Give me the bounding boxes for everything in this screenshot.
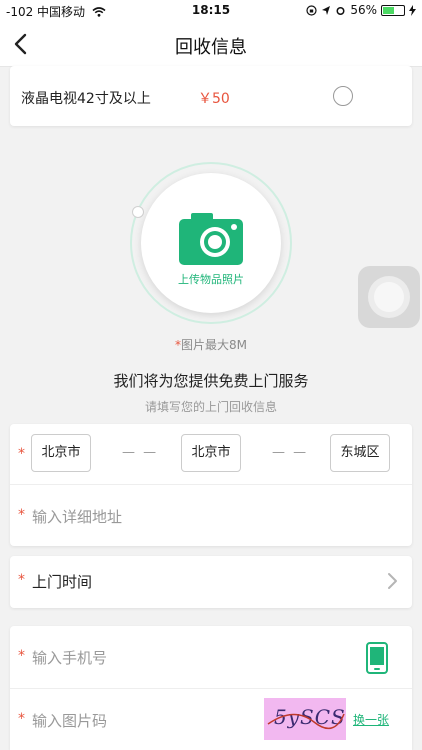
refresh-captcha-link[interactable]: 换一张 [353, 711, 389, 728]
phone-placeholder: 输入手机号 [32, 649, 108, 667]
location-icon [322, 5, 331, 15]
image-size-hint-text: 图片最大8M [181, 338, 247, 352]
city-select[interactable]: 北京市 [181, 434, 241, 472]
page-title: 回收信息 [175, 37, 247, 58]
district-select[interactable]: 东城区 [330, 434, 390, 472]
captcha-placeholder: 输入图片码 [32, 712, 108, 730]
required-mark: * [18, 572, 25, 588]
item-price: ￥50 [198, 91, 230, 107]
phone-field[interactable]: * 输入手机号 [10, 626, 412, 689]
required-mark: * [18, 446, 25, 462]
battery-icon [381, 4, 405, 16]
camera-icon [179, 213, 243, 265]
charging-icon [409, 4, 416, 16]
upload-photo-button[interactable]: 上传物品照片 [141, 173, 281, 313]
region-select-row: * 北京市 — — 北京市 — — 东城区 [10, 424, 412, 485]
chevron-right-icon [388, 573, 397, 589]
detail-address-placeholder: 输入详细地址 [32, 508, 123, 526]
status-bar: -102 中国移动 18:15 56% [0, 0, 422, 22]
captcha-noise-line [267, 713, 345, 730]
service-subtitle: 请填写您的上门回收信息 [144, 400, 277, 414]
upload-photo-label: 上传物品照片 [178, 273, 244, 286]
separator: — — [272, 445, 309, 460]
address-card: * 北京市 — — 北京市 — — 东城区 * 输入详细地址 [10, 424, 412, 546]
visit-time-row[interactable]: * 上门时间 [10, 556, 412, 608]
required-mark: * [18, 711, 25, 727]
recycle-item-card[interactable]: 液晶电视42寸及以上 ￥50 [10, 66, 412, 126]
item-select-radio[interactable] [333, 86, 353, 106]
service-title: 我们将为您提供免费上门服务 [113, 372, 309, 390]
nav-bar: 回收信息 [0, 22, 422, 67]
visit-time-label: 上门时间 [32, 573, 93, 591]
image-size-hint: *图片最大8M [0, 336, 422, 353]
separator: — — [122, 445, 159, 460]
assistive-touch-button[interactable] [358, 266, 420, 328]
captcha-field[interactable]: * 输入图片码 5ySCS 换一张 [10, 688, 412, 750]
assistive-touch-center [374, 282, 404, 312]
detail-address-field[interactable]: * 输入详细地址 [10, 486, 412, 546]
phone-icon[interactable] [366, 642, 388, 674]
required-mark: * [18, 648, 25, 664]
captcha-image[interactable]: 5ySCS [264, 698, 346, 740]
contact-card: * 输入手机号 * 输入图片码 5ySCS 换一张 [10, 626, 412, 750]
orientation-lock-icon [306, 4, 317, 16]
item-name: 液晶电视42寸及以上 [21, 91, 151, 107]
ring-indicator-dot [132, 206, 144, 218]
alarm-icon [336, 6, 345, 15]
province-select[interactable]: 北京市 [31, 434, 91, 472]
battery-percent: 56% [350, 3, 377, 17]
battery-level [383, 6, 394, 14]
status-right: 56% [306, 3, 416, 17]
required-mark: * [18, 507, 25, 523]
